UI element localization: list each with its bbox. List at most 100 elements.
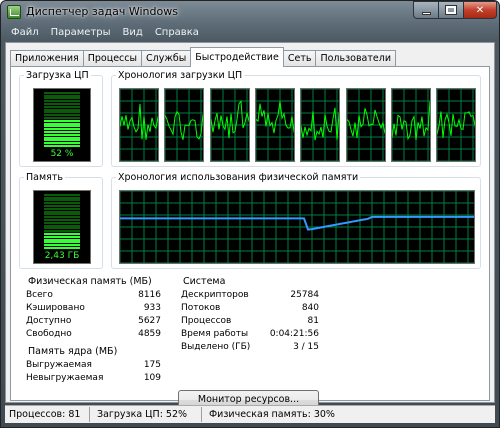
sys-handles-value: 25784	[290, 290, 319, 300]
status-separator	[201, 407, 202, 422]
phys-free-value: 4859	[138, 329, 161, 339]
menu-options[interactable]: Параметры	[45, 27, 117, 38]
cpu-core-line	[391, 101, 430, 141]
system-label: Система	[181, 276, 228, 287]
kernel-nonpaged-label: Невыгружаемая	[26, 373, 104, 383]
cpu-core-graph	[345, 88, 386, 162]
sys-threads-value: 840	[301, 303, 319, 313]
cpu-meter-segment	[44, 139, 80, 142]
memory-meter-segment	[44, 213, 80, 216]
maximize-button[interactable]	[438, 1, 464, 19]
cpu-meter-segment	[44, 111, 80, 114]
cpu-meter-segment	[44, 145, 80, 147]
cpu-meter-segment	[44, 97, 80, 100]
status-cpu: Загрузка ЦП: 52%	[97, 409, 188, 420]
cpu-meter-segment	[44, 122, 80, 125]
physical-memory-group: Физическая память (МБ) Всего 8116 Кэширо…	[26, 276, 161, 342]
cpu-core-chart	[391, 89, 430, 161]
sys-uptime-value: 0:04:21:56	[269, 329, 319, 339]
client-area: Приложения Процессы Службы Быстродействи…	[5, 42, 495, 410]
cpu-meter-segment	[44, 100, 80, 103]
cpu-core-chart	[210, 89, 249, 161]
cpu-meter-segment	[44, 125, 80, 128]
phys-total-value: 8116	[138, 290, 161, 300]
memory-meter-segment	[44, 219, 80, 221]
sys-commit-value: 3 / 15	[293, 342, 319, 352]
phys-total-label: Всего	[26, 290, 53, 300]
minimize-icon	[421, 11, 431, 15]
tab-strip: Приложения Процессы Службы Быстродействи…	[10, 47, 397, 67]
memory-meter-segment	[44, 210, 80, 213]
memory-usage-line	[120, 215, 474, 231]
tab-applications[interactable]: Приложения	[10, 50, 84, 67]
memory-meter-segment	[44, 221, 80, 224]
cpu-core-line	[120, 103, 158, 140]
memory-meter-segment	[44, 207, 80, 210]
memory-value: 2,43 ГБ	[44, 251, 80, 261]
cpu-core-graph	[209, 88, 250, 162]
cpu-history-group: Хронология загрузки ЦП	[111, 70, 481, 167]
cpu-core-chart	[165, 89, 204, 161]
memory-meter-segment	[44, 196, 80, 199]
memory-meter-segment	[44, 235, 80, 238]
menu-view[interactable]: Вид	[117, 27, 149, 38]
sys-uptime-label: Время работы	[181, 329, 249, 339]
cpu-meter-segment	[44, 91, 80, 94]
cpu-core-line	[437, 111, 476, 138]
sys-handles-label: Дескрипторов	[181, 290, 249, 300]
memory-history-graph	[119, 190, 475, 264]
memory-meter-segment	[44, 205, 80, 207]
status-memory: Физическая память: 30%	[209, 409, 335, 420]
phys-cached-value: 933	[143, 303, 161, 313]
cpu-core-graph	[254, 88, 295, 162]
cpu-core-chart	[301, 89, 340, 161]
tab-networking[interactable]: Сеть	[282, 50, 317, 67]
phys-free-label: Свободно	[26, 329, 72, 339]
memory-meter-segment	[44, 193, 80, 196]
cpu-meter-segment	[44, 114, 80, 117]
phys-cached-label: Кэшировано	[26, 303, 85, 313]
cpu-meter-segment	[44, 131, 80, 133]
minimize-button[interactable]	[413, 1, 439, 19]
sys-threads-label: Потоков	[181, 303, 221, 313]
cpu-core-graph	[436, 88, 477, 162]
tab-services[interactable]: Службы	[141, 50, 192, 67]
cpu-meter-segment	[44, 136, 80, 139]
menu-file[interactable]: Файл	[5, 27, 45, 38]
cpu-meter-segment	[44, 117, 80, 119]
cpu-meter-segment	[44, 108, 80, 111]
title-bar[interactable]: Диспетчер задач Windows ✕	[1, 1, 499, 23]
cpu-meter-segment	[44, 128, 80, 131]
performance-panel: Загрузка ЦП 52 % Хронология загрузки ЦП …	[10, 66, 490, 410]
tab-performance[interactable]: Быстродействие	[190, 47, 284, 67]
cpu-core-chart	[120, 89, 158, 161]
cpu-meter-segment	[44, 119, 80, 122]
memory-meter-segment	[44, 238, 80, 241]
cpu-usage-label: Загрузка ЦП	[24, 70, 91, 81]
cpu-meter-segment	[44, 103, 80, 105]
system-group: Система Дескрипторов 25784 Потоков 840 П…	[181, 276, 319, 356]
cpu-meter-segment	[44, 142, 80, 145]
tab-users[interactable]: Пользователи	[315, 50, 397, 67]
close-button[interactable]: ✕	[463, 1, 497, 19]
memory-meter-segment	[44, 247, 80, 249]
cpu-core-graph	[390, 88, 431, 162]
memory-meter-segment	[44, 244, 80, 247]
menu-bar: Файл Параметры Вид Справка	[5, 24, 495, 40]
cpu-usage-group: Загрузка ЦП 52 %	[19, 70, 103, 167]
window-title: Диспетчер задач Windows	[26, 5, 178, 18]
cpu-core-graph	[119, 88, 159, 162]
memory-meter-segment	[44, 233, 80, 235]
memory-meter-segment	[44, 224, 80, 227]
cpu-meter-segment	[44, 105, 80, 108]
status-separator	[89, 407, 90, 422]
sys-processes-label: Процессов	[181, 316, 232, 326]
cpu-core-line	[165, 110, 204, 140]
tab-processes[interactable]: Процессы	[82, 50, 142, 67]
cpu-usage-value: 52 %	[50, 149, 74, 159]
cpu-core-chart	[437, 89, 476, 161]
task-manager-window: Диспетчер задач Windows ✕ Файл Параметры…	[0, 0, 500, 428]
menu-help[interactable]: Справка	[149, 27, 205, 38]
cpu-usage-meter: 52 %	[33, 88, 91, 162]
kernel-nonpaged-value: 109	[143, 373, 161, 383]
